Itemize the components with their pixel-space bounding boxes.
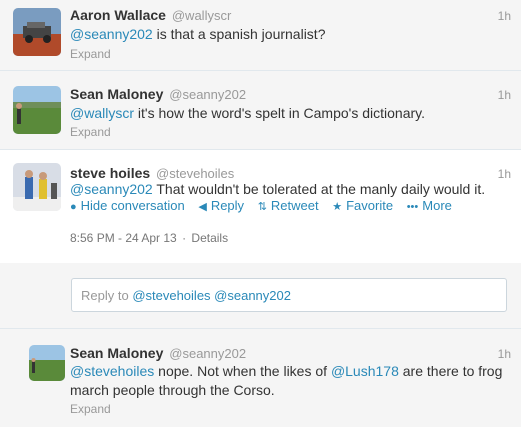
- reply-input[interactable]: Reply to @stevehoiles @seanny202: [71, 278, 507, 312]
- username[interactable]: @seanny202: [169, 346, 246, 361]
- avatar[interactable]: [13, 163, 61, 211]
- tweet-meta: 8:56 PM - 24 Apr 13 · Details: [70, 231, 228, 245]
- fullname[interactable]: Sean Maloney: [70, 86, 163, 102]
- tweet-header: steve hoiles @stevehoiles: [70, 165, 234, 181]
- mention-link[interactable]: @stevehoiles: [70, 363, 154, 379]
- retweet-button[interactable]: ⇅ Retweet: [258, 198, 319, 213]
- tweet-1[interactable]: Aaron Wallace @wallyscr 1h @seanny202 is…: [0, 0, 521, 71]
- avatar[interactable]: [29, 345, 65, 381]
- mention-link[interactable]: @Lush178: [331, 363, 399, 379]
- tweet-text-body: it's how the word's spelt in Campo's dic…: [134, 105, 425, 121]
- reply-mentions: @stevehoiles @seanny202: [132, 288, 291, 303]
- timestamp[interactable]: 8:56 PM - 24 Apr 13: [70, 231, 177, 245]
- details-link[interactable]: Details: [191, 231, 228, 245]
- avatar[interactable]: [13, 8, 61, 56]
- reply-arrow-icon: ◀: [198, 201, 207, 213]
- tweet-time[interactable]: 1h: [498, 347, 511, 361]
- tweet-text: @wallyscr it's how the word's spelt in C…: [70, 104, 500, 123]
- tweet-3-expanded[interactable]: steve hoiles @stevehoiles 1h @seanny202 …: [0, 150, 521, 263]
- retweet-icon: ⇅: [257, 201, 267, 213]
- tweet-time[interactable]: 1h: [498, 9, 511, 23]
- fullname[interactable]: Aaron Wallace: [70, 7, 166, 23]
- expand-link[interactable]: Expand: [70, 47, 111, 61]
- tweet-text: @stevehoiles nope. Not when the likes of…: [70, 362, 505, 400]
- tweet-text: @seanny202 is that a spanish journalist?: [70, 25, 500, 44]
- reply-prefix: Reply to: [81, 288, 133, 303]
- expand-link[interactable]: Expand: [70, 125, 111, 139]
- mention-link[interactable]: @seanny202: [70, 181, 153, 197]
- more-label: More: [422, 198, 452, 213]
- tweet-actions: ● Hide conversation ◀ Reply ⇅ Retweet ★ Favo…: [70, 198, 462, 213]
- reply-tweet[interactable]: Sean Maloney @seanny202 1h @stevehoiles …: [0, 329, 521, 427]
- reply-label: Reply: [210, 198, 245, 213]
- meta-separator: ·: [178, 231, 190, 245]
- mention-link[interactable]: @wallyscr: [70, 105, 134, 121]
- avatar[interactable]: [13, 86, 61, 134]
- conversation-bubble-icon: ●: [70, 201, 77, 213]
- more-button[interactable]: ••• More: [407, 198, 452, 213]
- fullname[interactable]: steve hoiles: [70, 165, 150, 181]
- username[interactable]: @wallyscr: [172, 8, 231, 23]
- favorite-button[interactable]: ★ Favorite: [332, 198, 393, 213]
- tweet-header: Sean Maloney @seanny202: [70, 86, 246, 102]
- hide-conversation-button[interactable]: ● Hide conversation: [70, 198, 185, 213]
- tweet-header: Sean Maloney @seanny202: [70, 345, 246, 361]
- reply-button[interactable]: ◀ Reply: [198, 198, 244, 213]
- tweet-text-body: nope. Not when the likes of: [154, 363, 331, 379]
- star-icon: ★: [332, 201, 343, 213]
- expand-link[interactable]: Expand: [70, 402, 111, 416]
- tweet-header: Aaron Wallace @wallyscr: [70, 7, 231, 23]
- hide-conversation-label: Hide conversation: [80, 198, 185, 213]
- favorite-label: Favorite: [346, 198, 394, 213]
- tweet-text-body: That wouldn't be tolerated at the manly …: [152, 181, 486, 197]
- tweet-2[interactable]: Sean Maloney @seanny202 1h @wallyscr it'…: [0, 71, 521, 150]
- username[interactable]: @seanny202: [169, 87, 246, 102]
- tweet-text-body: is that a spanish journalist?: [152, 26, 326, 42]
- fullname[interactable]: Sean Maloney: [70, 345, 163, 361]
- username[interactable]: @stevehoiles: [156, 166, 234, 181]
- tweet-text: @seanny202 That wouldn't be tolerated at…: [70, 180, 515, 199]
- retweet-label: Retweet: [270, 198, 319, 213]
- reply-area: Reply to @stevehoiles @seanny202: [0, 263, 521, 329]
- tweet-time[interactable]: 1h: [498, 88, 511, 102]
- tweet-time[interactable]: 1h: [498, 167, 511, 181]
- ellipsis-icon: •••: [406, 201, 419, 213]
- mention-link[interactable]: @seanny202: [70, 26, 153, 42]
